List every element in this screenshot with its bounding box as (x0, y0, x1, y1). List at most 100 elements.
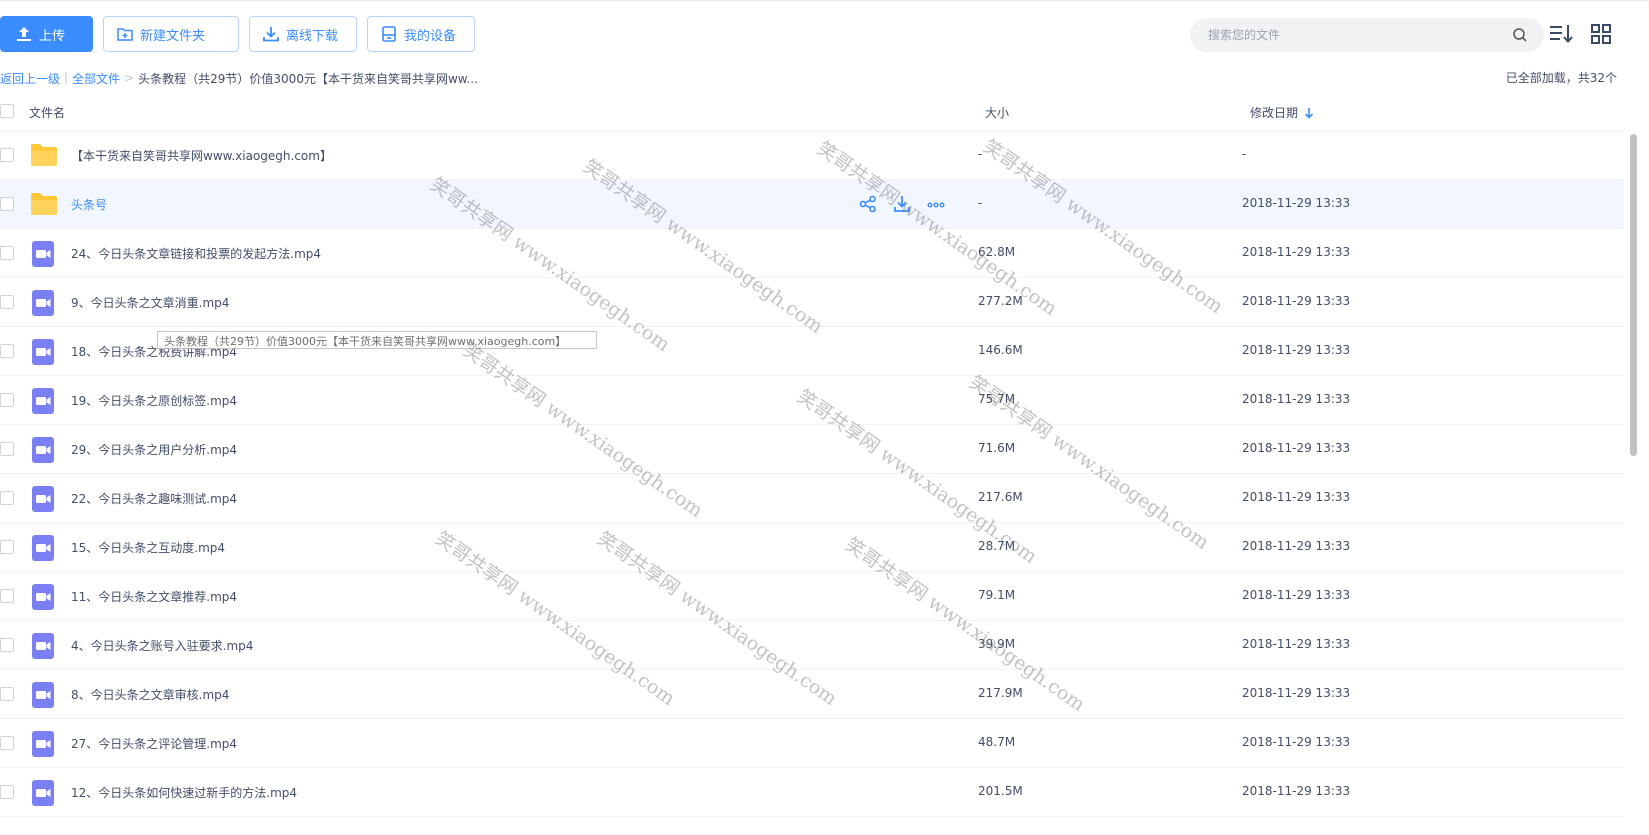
row-checkbox[interactable] (0, 148, 14, 162)
table-row[interactable]: 29、今日头条之用户分析.mp4 71.6M 2018-11-29 13:33 (0, 425, 1624, 474)
file-date: 2018-11-29 13:33 (1242, 343, 1351, 357)
row-checkbox[interactable] (0, 540, 14, 554)
row-checkbox[interactable] (0, 393, 14, 407)
breadcrumb-divider: | (64, 71, 69, 85)
column-date-label: 修改日期 (1250, 106, 1299, 120)
table-row[interactable]: 【本干货来自笑哥共享网www.xiaogegh.com】 - - (0, 131, 1624, 180)
file-size: 62.8M (978, 245, 1016, 259)
column-date-header[interactable]: 修改日期 (1250, 104, 1314, 121)
row-checkbox[interactable] (0, 344, 14, 358)
table-row[interactable]: 19、今日头条之原创标签.mp4 75.7M 2018-11-29 13:33 (0, 376, 1624, 425)
upload-button[interactable]: 上传 (0, 16, 93, 52)
breadcrumb-separator: > (124, 71, 135, 85)
table-row[interactable]: 9、今日头条之文章消重.mp4 277.2M 2018-11-29 13:33 (0, 278, 1624, 327)
scrollbar-thumb[interactable] (1630, 134, 1637, 456)
file-name[interactable]: 19、今日头条之原创标签.mp4 (71, 392, 237, 409)
row-checkbox[interactable] (0, 785, 14, 799)
row-checkbox[interactable] (0, 295, 14, 309)
table-header: 文件名 大小 修改日期 (0, 96, 1624, 131)
video-file-icon (30, 388, 56, 414)
table-row[interactable]: 11、今日头条之文章推荐.mp4 79.1M 2018-11-29 13:33 (0, 572, 1624, 621)
video-file-icon (30, 437, 56, 463)
file-date: 2018-11-29 13:33 (1242, 196, 1351, 210)
file-date: 2018-11-29 13:33 (1242, 245, 1351, 259)
search-input[interactable] (1206, 27, 1512, 43)
file-name[interactable]: 4、今日头条之账号入驻要求.mp4 (71, 637, 253, 654)
file-date: - (1242, 147, 1247, 161)
file-date: 2018-11-29 13:33 (1242, 588, 1351, 602)
file-size: 146.6M (978, 343, 1023, 357)
table-row[interactable]: 头条号 - 2018-11-29 13:33 (0, 180, 1624, 229)
select-all-checkbox[interactable] (0, 104, 14, 118)
sort-desc-icon (1304, 107, 1314, 119)
file-date: 2018-11-29 13:33 (1242, 637, 1351, 651)
folder-icon (30, 192, 57, 216)
file-size: 277.2M (978, 294, 1023, 308)
file-size: 217.9M (978, 686, 1023, 700)
file-size: - (978, 147, 983, 161)
row-checkbox[interactable] (0, 589, 14, 603)
video-file-icon (30, 584, 56, 610)
load-status: 已全部加载，共32个 (1505, 71, 1617, 85)
file-date: 2018-11-29 13:33 (1242, 539, 1351, 553)
all-files-link[interactable]: 全部文件 (72, 70, 120, 87)
grid-view-icon[interactable] (1590, 23, 1612, 45)
file-name[interactable]: 27、今日头条之评论管理.mp4 (71, 735, 237, 752)
file-name[interactable]: 头条号 (71, 196, 107, 213)
column-name-header[interactable]: 文件名 (29, 104, 65, 121)
file-name[interactable]: 11、今日头条之文章推荐.mp4 (71, 588, 237, 605)
file-name[interactable]: 12、今日头条如何快速过新手的方法.mp4 (71, 784, 297, 801)
new-folder-icon (116, 25, 134, 43)
file-name[interactable]: 【本干货来自笑哥共享网www.xiaogegh.com】 (71, 147, 332, 164)
download-icon[interactable] (892, 194, 912, 214)
file-size: - (978, 196, 983, 210)
file-size: 75.7M (978, 392, 1016, 406)
table-row[interactable]: 12、今日头条如何快速过新手的方法.mp4 201.5M 2018-11-29 13… (0, 768, 1624, 817)
file-name[interactable]: 29、今日头条之用户分析.mp4 (71, 441, 237, 458)
scrollbar[interactable] (1628, 131, 1638, 835)
row-actions (858, 194, 946, 214)
folder-icon (30, 143, 57, 167)
video-file-icon (30, 633, 56, 659)
file-date: 2018-11-29 13:33 (1242, 441, 1351, 455)
file-name[interactable]: 24、今日头条文章链接和投票的发起方法.mp4 (71, 245, 321, 262)
row-checkbox[interactable] (0, 442, 14, 456)
new-folder-button[interactable]: 新建文件夹 (103, 16, 239, 52)
table-row[interactable]: 8、今日头条之文章审核.mp4 217.9M 2018-11-29 13:33 (0, 670, 1624, 719)
file-size: 48.7M (978, 735, 1016, 749)
file-date: 2018-11-29 13:33 (1242, 735, 1351, 749)
row-checkbox[interactable] (0, 246, 14, 260)
file-name[interactable]: 15、今日头条之互动度.mp4 (71, 539, 225, 556)
offline-download-label: 离线下载 (286, 28, 339, 44)
offline-download-button[interactable]: 离线下载 (249, 16, 357, 52)
row-checkbox[interactable] (0, 491, 14, 505)
share-icon[interactable] (858, 194, 878, 214)
video-file-icon (30, 290, 56, 316)
row-checkbox[interactable] (0, 197, 14, 211)
table-row[interactable]: 27、今日头条之评论管理.mp4 48.7M 2018-11-29 13:33 (0, 719, 1624, 768)
file-date: 2018-11-29 13:33 (1242, 784, 1351, 798)
table-row[interactable]: 15、今日头条之互动度.mp4 28.7M 2018-11-29 13:33 (0, 523, 1624, 572)
file-name[interactable]: 22、今日头条之趣味测试.mp4 (71, 490, 237, 507)
table-row[interactable]: 4、今日头条之账号入驻要求.mp4 39.9M 2018-11-29 13:33 (0, 621, 1624, 670)
row-checkbox[interactable] (0, 638, 14, 652)
video-file-icon (30, 731, 56, 757)
upload-icon (15, 25, 33, 43)
video-file-icon (30, 241, 56, 267)
video-file-icon (30, 486, 56, 512)
row-checkbox[interactable] (0, 736, 14, 750)
row-checkbox[interactable] (0, 687, 14, 701)
table-row[interactable]: 22、今日头条之趣味测试.mp4 217.6M 2018-11-29 13:33 (0, 474, 1624, 523)
my-devices-button[interactable]: 我的设备 (367, 16, 475, 52)
table-row[interactable]: 24、今日头条文章链接和投票的发起方法.mp4 62.8M 2018-11-29 1… (0, 229, 1624, 278)
back-link[interactable]: 返回上一级 (0, 70, 60, 87)
column-size-header[interactable]: 大小 (985, 104, 1009, 121)
video-file-icon (30, 780, 56, 806)
file-name[interactable]: 8、今日头条之文章审核.mp4 (71, 686, 229, 703)
top-border (0, 0, 1649, 1)
search-icon[interactable] (1512, 27, 1528, 43)
more-icon[interactable] (926, 194, 946, 214)
file-name[interactable]: 9、今日头条之文章消重.mp4 (71, 294, 229, 311)
file-size: 28.7M (978, 539, 1016, 553)
sort-icon[interactable] (1548, 22, 1574, 46)
